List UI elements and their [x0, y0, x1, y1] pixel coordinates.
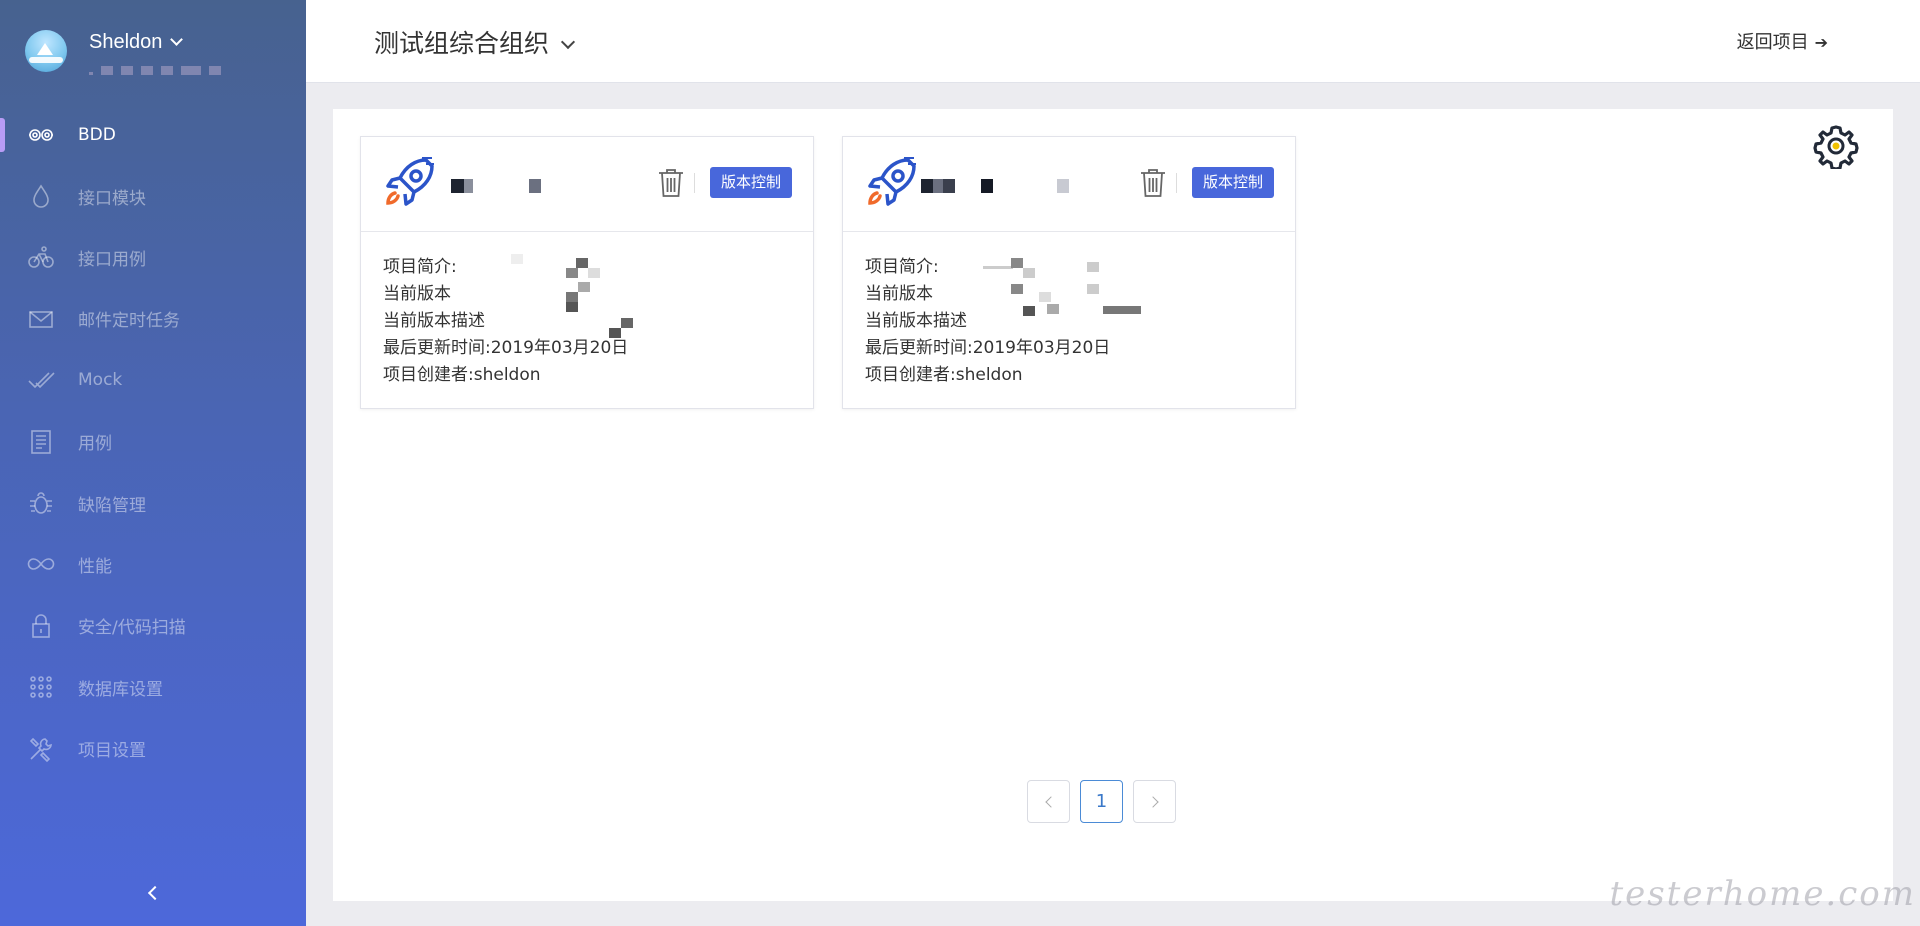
mail-icon: [26, 304, 56, 334]
drop-icon: [26, 181, 56, 211]
updated-label: 最后更新时间:: [383, 338, 491, 358]
creator-label: 项目创建者:: [383, 365, 474, 385]
updated-label: 最后更新时间:: [865, 338, 973, 358]
chevron-right-icon: [1146, 795, 1159, 808]
chevron-down-icon: [170, 33, 184, 46]
sidebar-item-cases[interactable]: 用例: [0, 411, 306, 472]
sidebar-item-performance[interactable]: 性能: [0, 534, 306, 595]
sidebar-item-label: 接口模块: [78, 188, 146, 209]
intro-label: 项目简介:: [865, 257, 939, 277]
updated-value: 2019年03月20日: [972, 338, 1111, 358]
version-label: 当前版本: [383, 284, 451, 304]
version-label: 当前版本: [865, 284, 933, 304]
updated-value: 2019年03月20日: [490, 338, 629, 358]
sidebar-item-label: Mock: [78, 370, 123, 391]
sidebar-item-project-settings[interactable]: 项目设置: [0, 718, 306, 779]
collapse-sidebar-icon[interactable]: [146, 886, 160, 900]
user-name-dropdown[interactable]: Sheldon: [89, 31, 184, 54]
back-to-project-link[interactable]: 返回项目 ➔: [1737, 28, 1828, 54]
sidebar-item-label: 性能: [78, 556, 112, 577]
project-name-redacted: [451, 175, 601, 193]
divider: [694, 173, 695, 193]
updated-row: 最后更新时间:2019年03月20日: [865, 335, 1273, 362]
sidebar-item-api-case[interactable]: 接口用例: [0, 227, 306, 288]
prev-page-button[interactable]: [1027, 780, 1070, 823]
lock-icon: [26, 611, 56, 641]
divider: [1176, 173, 1177, 193]
pagination: 1: [1027, 780, 1176, 823]
back-label: 返回项目: [1736, 32, 1809, 53]
sidebar-item-api-module[interactable]: 接口模块: [0, 165, 306, 226]
sidebar-item-label: 邮件定时任务: [78, 311, 180, 332]
sidebar-item-label: 安全/代码扫描: [78, 618, 186, 639]
project-card[interactable]: 版本控制 项目简介: 当前版本 当前版本描述 最后更新时间:2019年03月20…: [360, 136, 814, 409]
version-control-button[interactable]: 版本控制: [1191, 167, 1274, 198]
infinity-icon: [26, 549, 56, 579]
project-card-header: 版本控制: [361, 137, 813, 232]
top-bar: 测试组综合组织 返回项目 ➔: [306, 0, 1920, 83]
sidebar-item-bugs[interactable]: 缺陷管理: [0, 472, 306, 533]
updated-row: 最后更新时间:2019年03月20日: [383, 335, 791, 362]
watermark: testerhome.com: [1609, 874, 1916, 914]
rocket-icon: [386, 157, 434, 206]
version-desc-label: 当前版本描述: [865, 311, 967, 331]
trash-icon[interactable]: [656, 167, 686, 199]
redacted-text: [511, 254, 651, 338]
document-icon: [26, 427, 56, 457]
sidebar-item-bdd[interactable]: BDD: [0, 104, 306, 165]
redacted-text: [983, 254, 1143, 334]
sidebar-item-label: 接口用例: [78, 249, 146, 270]
sidebar-item-label: 缺陷管理: [78, 495, 146, 516]
page-button-current[interactable]: 1: [1080, 780, 1123, 823]
creator-value: sheldon: [955, 365, 1023, 385]
settings-gear-icon[interactable]: [1813, 123, 1859, 169]
sidebar-item-mock[interactable]: Mock: [0, 350, 306, 411]
project-card-header: 版本控制: [843, 137, 1295, 232]
creator-row: 项目创建者:sheldon: [383, 362, 791, 389]
sidebar-item-security-scan[interactable]: 安全/代码扫描: [0, 595, 306, 656]
sidebar-item-database-settings[interactable]: 数据库设置: [0, 657, 306, 718]
sidebar-item-mail-schedule[interactable]: 邮件定时任务: [0, 288, 306, 349]
sidebar-nav: BDD 接口模块 接口用例 邮件定时任务 Mock 用例 缺陷管理 性能 安全/…: [0, 104, 306, 779]
sidebar-item-label: 项目设置: [78, 741, 146, 762]
version-control-button[interactable]: 版本控制: [709, 167, 792, 198]
creator-label: 项目创建者:: [865, 365, 956, 385]
trash-icon[interactable]: [1138, 167, 1168, 199]
sidebar-item-label: BDD: [78, 124, 116, 145]
chevron-down-icon: [560, 34, 576, 50]
sidebar: Sheldon BDD 接口模块 接口用例 邮件定时任务 Mock 用例 缺陷管…: [0, 0, 306, 926]
project-card-body: 项目简介: 当前版本 当前版本描述 最后更新时间:2019年03月20日 项目创…: [843, 232, 1295, 389]
project-card[interactable]: 版本控制 项目简介: 当前版本 当前版本描述 最后更新时间:2019年03月20…: [842, 136, 1296, 409]
avatar[interactable]: [25, 30, 67, 72]
next-page-button[interactable]: [1133, 780, 1176, 823]
user-menu[interactable]: Sheldon: [25, 30, 285, 76]
bdd-icon: [26, 120, 56, 150]
chevron-left-icon: [1044, 795, 1057, 808]
user-name: Sheldon: [89, 31, 163, 53]
org-title: 测试组综合组织: [374, 29, 550, 58]
project-name-redacted: [921, 175, 1091, 193]
rocket-icon: [868, 157, 916, 206]
project-panel: 版本控制 项目简介: 当前版本 当前版本描述 最后更新时间:2019年03月20…: [333, 109, 1893, 901]
bike-icon: [26, 242, 56, 272]
user-subtitle-redacted: [89, 60, 279, 75]
sidebar-item-label: 用例: [78, 434, 112, 455]
project-card-body: 项目简介: 当前版本 当前版本描述 最后更新时间:2019年03月20日 项目创…: [361, 232, 813, 389]
version-desc-label: 当前版本描述: [383, 311, 485, 331]
creator-value: sheldon: [473, 365, 541, 385]
arrow-right-icon: ➔: [1814, 33, 1828, 52]
intro-label: 项目简介:: [383, 257, 457, 277]
grid-icon: [26, 672, 56, 702]
creator-row: 项目创建者:sheldon: [865, 362, 1273, 389]
tools-icon: [26, 734, 56, 764]
double-check-icon: [26, 365, 56, 395]
sidebar-item-label: 数据库设置: [78, 679, 163, 700]
org-selector[interactable]: 测试组综合组织: [374, 24, 576, 60]
bug-icon: [26, 488, 56, 518]
